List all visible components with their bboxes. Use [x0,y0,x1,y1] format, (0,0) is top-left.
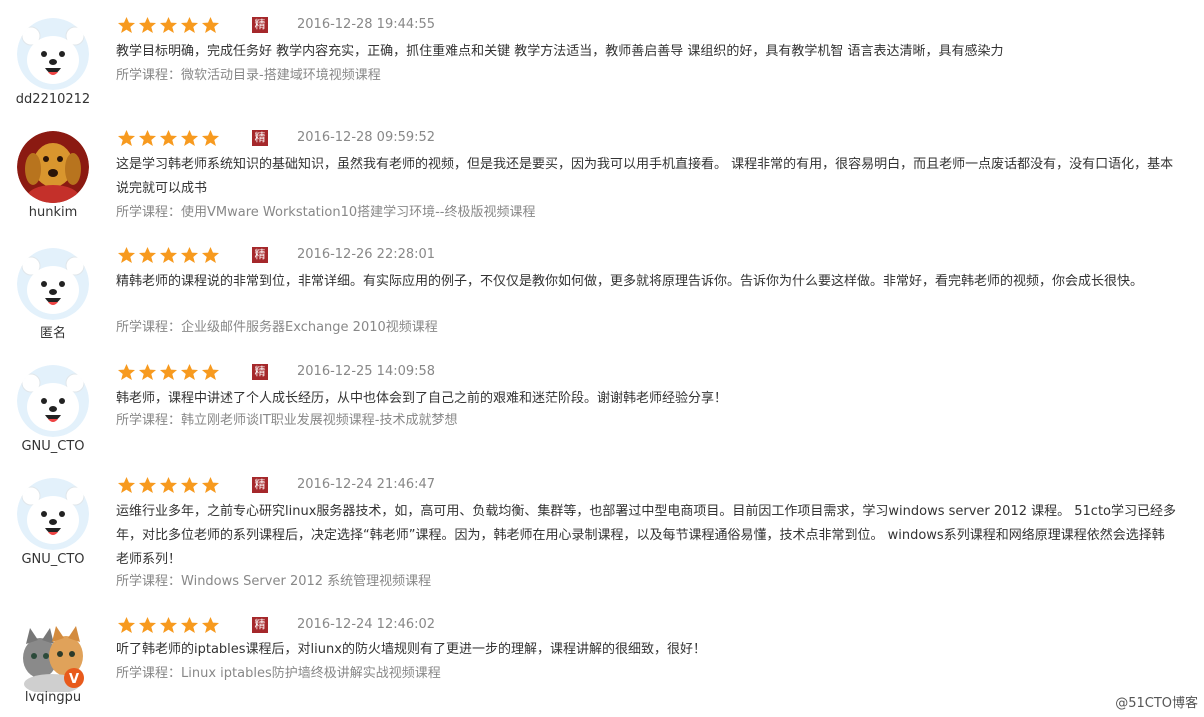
star-icon [201,129,220,147]
user-name[interactable]: lvqingpu [0,690,106,705]
star-rating [116,246,221,264]
star-icon [159,363,178,381]
star-icon [159,476,178,494]
star-icon [159,246,178,264]
star-icon [159,16,178,34]
course-label: 所学课程： [116,574,182,589]
review-time: 2016-12-25 14:09:58 [297,364,436,379]
review-content: 听了韩老师的iptables课程后，对liunx的防火墙规则有了更进一步的理解，… [116,642,706,657]
star-rating [116,129,221,147]
featured-badge: 精 [252,617,268,633]
star-rating [116,616,221,634]
course-label: 所学课程： [116,320,182,335]
star-icon [117,616,136,634]
review-item: V lvqingpu 精 2016-12-24 12:46:02 听了韩老师的i… [0,612,1204,712]
watermark: @51CTO博客 [1115,696,1198,711]
featured-badge: 精 [252,364,268,380]
star-icon [138,363,157,381]
star-icon [201,476,220,494]
svg-text:V: V [69,672,79,687]
user-name[interactable]: GNU_CTO [0,439,106,454]
user-avatar[interactable] [17,478,89,550]
course-line: 所学课程：Windows Server 2012 系统管理视频课程 [116,573,431,591]
star-icon [117,246,136,264]
review-time: 2016-12-28 19:44:55 [297,17,436,32]
star-icon [138,476,157,494]
course-link[interactable]: Windows Server 2012 系统管理视频课程 [181,574,431,589]
star-icon [201,16,220,34]
course-line: 所学课程：韩立刚老师谈IT职业发展视频课程-技术成就梦想 [116,412,457,430]
star-icon [201,246,220,264]
course-label: 所学课程： [116,205,182,220]
course-label: 所学课程： [116,68,182,83]
user-avatar[interactable]: V [20,618,86,692]
star-icon [180,476,199,494]
featured-badge: 精 [252,130,268,146]
featured-badge: 精 [252,247,268,263]
course-line: 所学课程：企业级邮件服务器Exchange 2010视频课程 [116,319,438,337]
featured-badge: 精 [252,17,268,33]
user-avatar[interactable] [17,131,89,203]
star-icon [159,129,178,147]
course-link[interactable]: Linux iptables防护墙终极讲解实战视频课程 [181,666,441,681]
review-time: 2016-12-24 21:46:47 [297,477,436,492]
review-time: 2016-12-26 22:28:01 [297,247,436,262]
user-avatar[interactable] [17,18,89,90]
course-line: 所学课程：Linux iptables防护墙终极讲解实战视频课程 [116,665,441,683]
star-rating [116,16,221,34]
course-link[interactable]: 韩立刚老师谈IT职业发展视频课程-技术成就梦想 [181,413,457,428]
review-content: 韩老师，课程中讲述了个人成长经历，从中也体会到了自己之前的艰难和迷茫阶段。谢谢韩… [116,391,728,406]
bear-avatar-icon [17,18,89,90]
course-line: 所学课程：微软活动目录-搭建域环境视频课程 [116,67,381,85]
star-icon [180,363,199,381]
star-icon [201,616,220,634]
bear-avatar-icon [17,248,89,320]
star-icon [138,129,157,147]
star-icon [138,246,157,264]
star-rating [116,363,221,381]
star-icon [138,616,157,634]
star-icon [180,16,199,34]
course-link[interactable]: 使用VMware Workstation10搭建学习环境--终极版视频课程 [181,205,535,220]
star-icon [117,476,136,494]
review-item: GNU_CTO 精 2016-12-24 21:46:47 运维行业多年，之前专… [0,472,1204,598]
review-content: 精韩老师的课程说的非常到位，非常详细。有实际应用的例子，不仅仅是教你如何做，更多… [116,274,1144,289]
review-time: 2016-12-24 12:46:02 [297,617,436,632]
star-icon [159,616,178,634]
star-icon [180,129,199,147]
star-icon [180,616,199,634]
user-name[interactable]: GNU_CTO [0,552,106,567]
star-icon [180,246,199,264]
user-avatar[interactable] [17,365,89,437]
star-icon [201,363,220,381]
user-avatar[interactable] [17,248,89,320]
course-link[interactable]: 企业级邮件服务器Exchange 2010视频课程 [181,320,438,335]
user-name[interactable]: 匿名 [0,322,106,341]
star-icon [138,16,157,34]
user-name[interactable]: dd2210212 [0,92,106,107]
course-label: 所学课程： [116,413,182,428]
user-name[interactable]: hunkim [0,205,106,220]
review-content: 运维行业多年，之前专心研究linux服务器技术，如，高可用、负载均衡、集群等，也… [116,504,1176,567]
course-label: 所学课程： [116,666,182,681]
course-link[interactable]: 微软活动目录-搭建域环境视频课程 [181,68,381,83]
star-icon [117,16,136,34]
star-icon [117,363,136,381]
review-time: 2016-12-28 09:59:52 [297,130,436,145]
featured-badge: 精 [252,477,268,493]
review-item: hunkim 精 2016-12-28 09:59:52 这是学习韩老师系统知识… [0,125,1204,235]
bear-avatar-icon [17,478,89,550]
golden-dog-avatar-icon [17,131,89,203]
review-item: 匿名 精 2016-12-26 22:28:01 精韩老师的课程说的非常到位，非… [0,242,1204,352]
review-content: 这是学习韩老师系统知识的基础知识，虽然我有老师的视频，但是我还是要买，因为我可以… [116,157,1174,196]
star-icon [117,129,136,147]
bear-avatar-icon [17,365,89,437]
star-rating [116,476,221,494]
kittens-avatar-icon: V [20,618,86,692]
review-item: GNU_CTO 精 2016-12-25 14:09:58 韩老师，课程中讲述了… [0,359,1204,463]
review-content: 教学目标明确，完成任务好 教学内容充实，正确，抓住重难点和关键 教学方法适当，教… [116,44,1004,59]
review-item: dd2210212 精 2016-12-28 19:44:55 教学目标明确，完… [0,12,1204,116]
course-line: 所学课程：使用VMware Workstation10搭建学习环境--终极版视频… [116,204,536,222]
